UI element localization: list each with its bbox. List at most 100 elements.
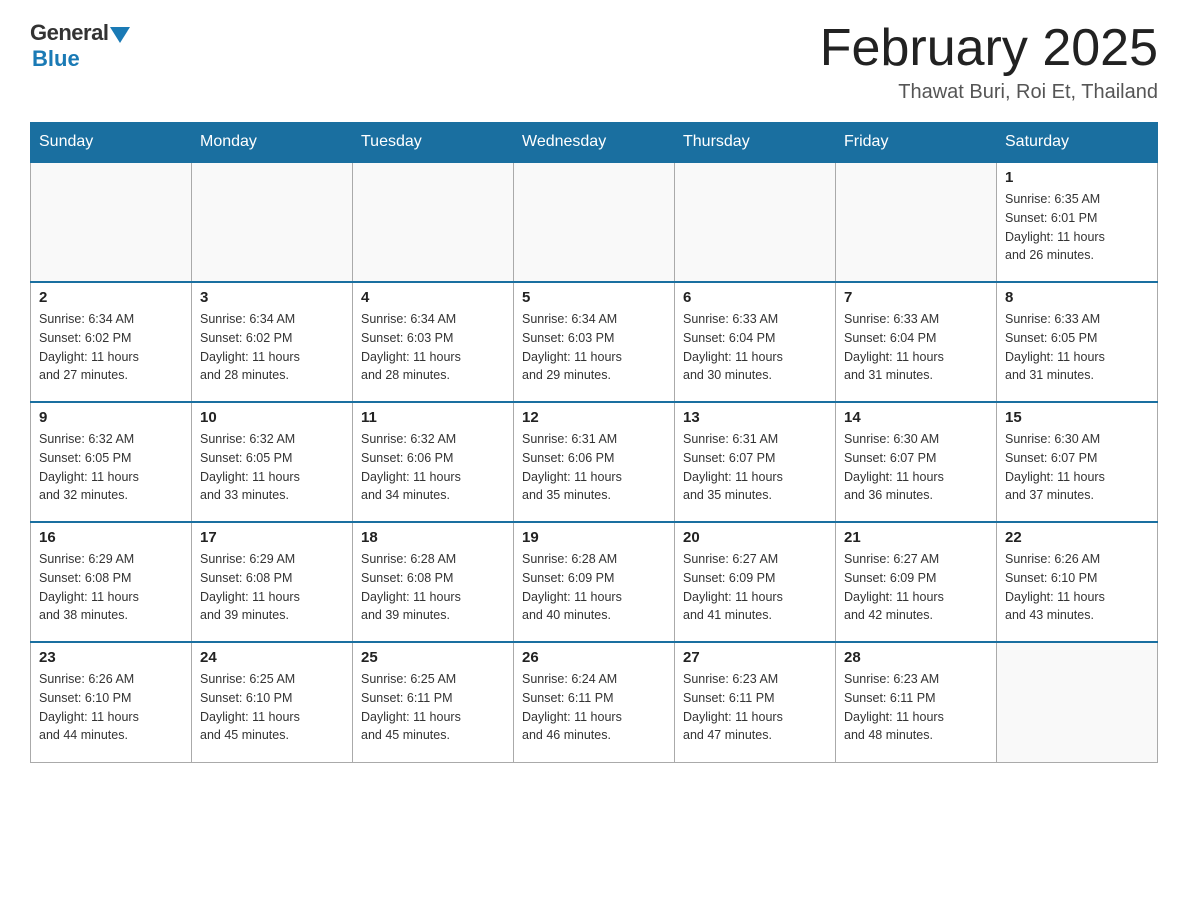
day-number: 14 [844, 409, 988, 426]
day-info: Sunrise: 6:32 AM Sunset: 6:06 PM Dayligh… [361, 430, 505, 505]
title-block: February 2025 Thawat Buri, Roi Et, Thail… [820, 20, 1158, 104]
day-info: Sunrise: 6:34 AM Sunset: 6:02 PM Dayligh… [200, 310, 344, 385]
calendar-cell [836, 162, 997, 282]
calendar-cell: 6 Sunrise: 6:33 AM Sunset: 6:04 PM Daylig… [675, 282, 836, 402]
day-info: Sunrise: 6:35 AM Sunset: 6:01 PM Dayligh… [1005, 190, 1149, 265]
weekday-header-saturday: Saturday [997, 123, 1158, 163]
weekday-header-sunday: Sunday [31, 123, 192, 163]
day-info: Sunrise: 6:29 AM Sunset: 6:08 PM Dayligh… [200, 550, 344, 625]
location-text: Thawat Buri, Roi Et, Thailand [820, 81, 1158, 104]
day-info: Sunrise: 6:33 AM Sunset: 6:04 PM Dayligh… [683, 310, 827, 385]
calendar-cell: 2 Sunrise: 6:34 AM Sunset: 6:02 PM Daylig… [31, 282, 192, 402]
day-info: Sunrise: 6:25 AM Sunset: 6:11 PM Dayligh… [361, 670, 505, 745]
day-number: 25 [361, 649, 505, 666]
week-row-4: 16 Sunrise: 6:29 AM Sunset: 6:08 PM Dayli… [31, 522, 1158, 642]
logo-arrow-icon [110, 27, 130, 43]
day-number: 2 [39, 289, 183, 306]
day-number: 27 [683, 649, 827, 666]
weekday-header-row: SundayMondayTuesdayWednesdayThursdayFrid… [31, 123, 1158, 163]
calendar-cell: 26Sunrise: 6:24 AM Sunset: 6:11 PM Dayli… [514, 642, 675, 762]
calendar-cell: 28 Sunrise: 6:23 AM Sunset: 6:11 PM Dayli… [836, 642, 997, 762]
calendar-cell: 7Sunrise: 6:33 AM Sunset: 6:04 PM Daylig… [836, 282, 997, 402]
calendar-cell [353, 162, 514, 282]
day-info: Sunrise: 6:28 AM Sunset: 6:08 PM Dayligh… [361, 550, 505, 625]
day-number: 16 [39, 529, 183, 546]
calendar-cell: 24 Sunrise: 6:25 AM Sunset: 6:10 PM Dayli… [192, 642, 353, 762]
calendar-cell: 10 Sunrise: 6:32 AM Sunset: 6:05 PM Dayli… [192, 402, 353, 522]
day-number: 22 [1005, 529, 1149, 546]
calendar-cell: 1 Sunrise: 6:35 AM Sunset: 6:01 PM Daylig… [997, 162, 1158, 282]
calendar-cell: 14 Sunrise: 6:30 AM Sunset: 6:07 PM Dayli… [836, 402, 997, 522]
day-info: Sunrise: 6:32 AM Sunset: 6:05 PM Dayligh… [39, 430, 183, 505]
week-row-1: 1 Sunrise: 6:35 AM Sunset: 6:01 PM Daylig… [31, 162, 1158, 282]
week-row-5: 23 Sunrise: 6:26 AM Sunset: 6:10 PM Dayli… [31, 642, 1158, 762]
day-info: Sunrise: 6:26 AM Sunset: 6:10 PM Dayligh… [39, 670, 183, 745]
day-info: Sunrise: 6:30 AM Sunset: 6:07 PM Dayligh… [844, 430, 988, 505]
calendar-cell: 16 Sunrise: 6:29 AM Sunset: 6:08 PM Dayli… [31, 522, 192, 642]
day-info: Sunrise: 6:23 AM Sunset: 6:11 PM Dayligh… [683, 670, 827, 745]
calendar-cell: 9 Sunrise: 6:32 AM Sunset: 6:05 PM Daylig… [31, 402, 192, 522]
calendar-cell: 19 Sunrise: 6:28 AM Sunset: 6:09 PM Dayli… [514, 522, 675, 642]
day-number: 8 [1005, 289, 1149, 306]
day-number: 13 [683, 409, 827, 426]
calendar-cell [675, 162, 836, 282]
calendar-cell [514, 162, 675, 282]
day-info: Sunrise: 6:26 AM Sunset: 6:10 PM Dayligh… [1005, 550, 1149, 625]
weekday-header-wednesday: Wednesday [514, 123, 675, 163]
calendar-table: SundayMondayTuesdayWednesdayThursdayFrid… [30, 122, 1158, 763]
calendar-cell: 11 Sunrise: 6:32 AM Sunset: 6:06 PM Dayli… [353, 402, 514, 522]
day-number: 24 [200, 649, 344, 666]
weekday-header-thursday: Thursday [675, 123, 836, 163]
calendar-cell: 25 Sunrise: 6:25 AM Sunset: 6:11 PM Dayli… [353, 642, 514, 762]
day-number: 9 [39, 409, 183, 426]
day-number: 1 [1005, 169, 1149, 186]
day-number: 17 [200, 529, 344, 546]
weekday-header-friday: Friday [836, 123, 997, 163]
day-number: 5 [522, 289, 666, 306]
day-number: 26 [522, 649, 666, 666]
logo-blue-text: Blue [32, 46, 80, 72]
day-number: 12 [522, 409, 666, 426]
week-row-3: 9 Sunrise: 6:32 AM Sunset: 6:05 PM Daylig… [31, 402, 1158, 522]
day-info: Sunrise: 6:33 AM Sunset: 6:05 PM Dayligh… [1005, 310, 1149, 385]
day-number: 23 [39, 649, 183, 666]
day-info: Sunrise: 6:34 AM Sunset: 6:02 PM Dayligh… [39, 310, 183, 385]
day-number: 15 [1005, 409, 1149, 426]
day-number: 18 [361, 529, 505, 546]
month-title: February 2025 [820, 20, 1158, 77]
calendar-cell: 12 Sunrise: 6:31 AM Sunset: 6:06 PM Dayli… [514, 402, 675, 522]
calendar-cell: 21Sunrise: 6:27 AM Sunset: 6:09 PM Dayli… [836, 522, 997, 642]
day-info: Sunrise: 6:31 AM Sunset: 6:07 PM Dayligh… [683, 430, 827, 505]
day-number: 3 [200, 289, 344, 306]
day-number: 10 [200, 409, 344, 426]
calendar-cell: 13 Sunrise: 6:31 AM Sunset: 6:07 PM Dayli… [675, 402, 836, 522]
day-number: 6 [683, 289, 827, 306]
day-info: Sunrise: 6:31 AM Sunset: 6:06 PM Dayligh… [522, 430, 666, 505]
calendar-cell [997, 642, 1158, 762]
day-info: Sunrise: 6:27 AM Sunset: 6:09 PM Dayligh… [844, 550, 988, 625]
calendar-cell: 22 Sunrise: 6:26 AM Sunset: 6:10 PM Dayli… [997, 522, 1158, 642]
day-info: Sunrise: 6:34 AM Sunset: 6:03 PM Dayligh… [361, 310, 505, 385]
day-number: 28 [844, 649, 988, 666]
day-number: 4 [361, 289, 505, 306]
calendar-cell: 15 Sunrise: 6:30 AM Sunset: 6:07 PM Dayli… [997, 402, 1158, 522]
page-header: General Blue February 2025 Thawat Buri, … [30, 20, 1158, 104]
day-info: Sunrise: 6:25 AM Sunset: 6:10 PM Dayligh… [200, 670, 344, 745]
calendar-cell [192, 162, 353, 282]
week-row-2: 2 Sunrise: 6:34 AM Sunset: 6:02 PM Daylig… [31, 282, 1158, 402]
day-info: Sunrise: 6:29 AM Sunset: 6:08 PM Dayligh… [39, 550, 183, 625]
day-info: Sunrise: 6:28 AM Sunset: 6:09 PM Dayligh… [522, 550, 666, 625]
calendar-cell: 4 Sunrise: 6:34 AM Sunset: 6:03 PM Daylig… [353, 282, 514, 402]
calendar-cell: 27 Sunrise: 6:23 AM Sunset: 6:11 PM Dayli… [675, 642, 836, 762]
day-number: 7 [844, 289, 988, 306]
calendar-cell: 23 Sunrise: 6:26 AM Sunset: 6:10 PM Dayli… [31, 642, 192, 762]
day-number: 11 [361, 409, 505, 426]
calendar-cell [31, 162, 192, 282]
logo-general-text: General [30, 20, 108, 46]
day-info: Sunrise: 6:30 AM Sunset: 6:07 PM Dayligh… [1005, 430, 1149, 505]
day-number: 20 [683, 529, 827, 546]
day-info: Sunrise: 6:32 AM Sunset: 6:05 PM Dayligh… [200, 430, 344, 505]
day-info: Sunrise: 6:23 AM Sunset: 6:11 PM Dayligh… [844, 670, 988, 745]
calendar-cell: 20Sunrise: 6:27 AM Sunset: 6:09 PM Dayli… [675, 522, 836, 642]
day-number: 19 [522, 529, 666, 546]
